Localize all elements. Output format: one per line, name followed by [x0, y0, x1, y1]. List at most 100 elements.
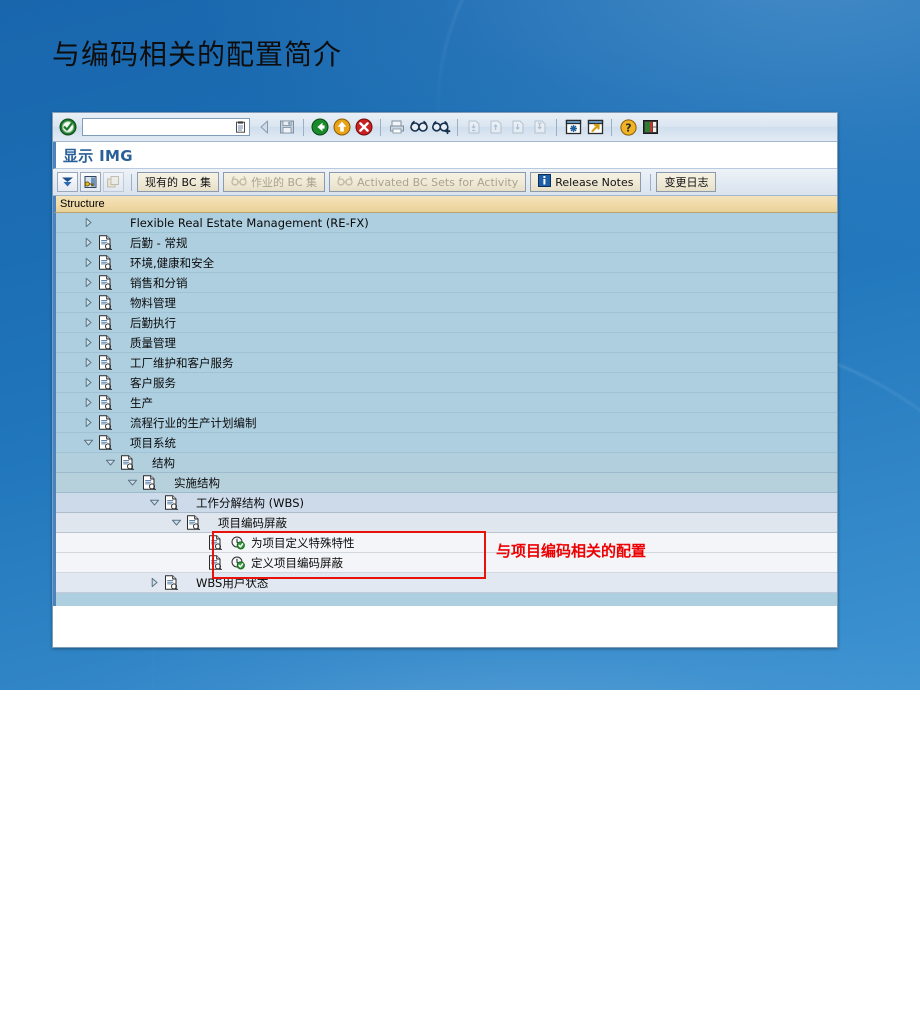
toolbar-separator	[380, 118, 381, 136]
save-disk-icon[interactable]	[277, 117, 297, 137]
chevron-right-icon[interactable]	[82, 396, 95, 409]
print-icon[interactable]	[387, 117, 407, 137]
enter-check-icon[interactable]	[58, 117, 78, 137]
tree-row[interactable]: 客户服务	[56, 373, 837, 393]
tree-row-label: 实施结构	[174, 475, 220, 490]
chevron-down-icon[interactable]	[170, 516, 183, 529]
tree-row[interactable]: Flexible Real Estate Management (RE-FX)	[56, 213, 837, 233]
help-icon[interactable]: ?	[618, 117, 638, 137]
structure-column-header: Structure	[53, 196, 837, 213]
tree-row-label: Flexible Real Estate Management (RE-FX)	[130, 215, 369, 230]
tree-row[interactable]: 后勤 - 常规	[56, 233, 837, 253]
cancel-red-icon[interactable]	[354, 117, 374, 137]
tree-row-label: 客户服务	[130, 375, 176, 390]
chevron-down-icon[interactable]	[104, 456, 117, 469]
chevron-right-icon[interactable]	[82, 296, 95, 309]
tree-row[interactable]: 实施结构	[56, 473, 837, 493]
tree-row[interactable]: 生产	[56, 393, 837, 413]
page-title: 与编码相关的配置简介	[52, 38, 343, 71]
chevron-right-icon[interactable]	[82, 356, 95, 369]
tree-row-label: 结构	[152, 455, 175, 470]
tree-row-label: 工作分解结构 (WBS)	[196, 495, 304, 510]
img-document-icon	[98, 315, 113, 331]
chevron-right-icon[interactable]	[82, 216, 95, 229]
change-log-button[interactable]: 变更日志	[656, 172, 717, 192]
tree-row-label: 项目编码屏蔽	[218, 515, 287, 530]
release-notes-button[interactable]: Release Notes	[530, 172, 642, 192]
customize-layout-icon[interactable]	[640, 117, 660, 137]
tree-row[interactable]: 定义项目编码屏蔽	[56, 553, 837, 573]
tree-row-label: 项目系统	[130, 435, 176, 450]
back-green-icon[interactable]	[310, 117, 330, 137]
back-arrow-icon[interactable]	[255, 117, 275, 137]
create-shortcut-icon[interactable]	[585, 117, 605, 137]
chevron-down-icon[interactable]	[82, 436, 95, 449]
chevron-down-icon[interactable]	[148, 496, 161, 509]
activated-bc-sets-label: Activated BC Sets for Activity	[357, 175, 519, 189]
tree-row[interactable]: 质量管理	[56, 333, 837, 353]
chevron-right-icon[interactable]	[82, 376, 95, 389]
toolbar-separator	[611, 118, 612, 136]
screen-title: 显示 IMG	[63, 146, 133, 165]
find-icon[interactable]	[409, 117, 429, 137]
img-document-icon	[98, 435, 113, 451]
tree-row[interactable]: WBS用户状态	[56, 573, 837, 593]
chevron-right-icon[interactable]	[82, 276, 95, 289]
sap-gui-window: ? 显示 IMG 现有的 BC 集 作业的 BC 集 Activated BC …	[52, 112, 838, 648]
tree-row[interactable]: 项目系统	[56, 433, 837, 453]
new-session-icon[interactable]	[563, 117, 583, 137]
tree-row[interactable]: 工厂维护和客户服务	[56, 353, 837, 373]
tree-row[interactable]: 流程行业的生产计划编制	[56, 413, 837, 433]
find-next-icon[interactable]	[431, 117, 451, 137]
presentation-slide: 与编码相关的配置简介 ? 显示 IMG 现有的 BC 集 作业的 BC 集 Ac…	[0, 0, 920, 1017]
img-document-icon	[98, 375, 113, 391]
chevron-down-icon[interactable]	[126, 476, 139, 489]
img-document-icon	[208, 535, 223, 551]
tree-row-label: 后勤 - 常规	[130, 235, 188, 250]
tree-row[interactable]: 工作分解结构 (WBS)	[56, 493, 837, 513]
display-key-icon[interactable]	[80, 172, 101, 192]
tree-row[interactable]: 物料管理	[56, 293, 837, 313]
img-document-icon	[142, 475, 157, 491]
tree-row-label: 为项目定义特殊特性	[251, 535, 355, 550]
tree-icon-spacer	[98, 215, 112, 230]
command-input[interactable]	[83, 119, 249, 135]
existing-bc-sets-button[interactable]: 现有的 BC 集	[137, 172, 220, 192]
tree-row[interactable]: 结构	[56, 453, 837, 473]
img-document-icon	[208, 555, 223, 571]
collapse-all-icon[interactable]	[57, 172, 78, 192]
img-document-icon	[98, 335, 113, 351]
active-bc-sets-button: 作业的 BC 集	[223, 172, 326, 192]
tree-row-label: 环境,健康和安全	[130, 255, 215, 270]
img-document-icon	[98, 355, 113, 371]
img-document-icon	[98, 395, 113, 411]
img-document-icon	[98, 275, 113, 291]
chevron-right-icon[interactable]	[82, 256, 95, 269]
command-field-wrapper[interactable]	[82, 118, 250, 136]
tree-row-label: WBS用户状态	[196, 575, 269, 590]
tree-row[interactable]: 后勤执行	[56, 313, 837, 333]
svg-text:?: ?	[625, 121, 631, 134]
chevron-right-icon[interactable]	[82, 236, 95, 249]
exit-yellow-icon[interactable]	[332, 117, 352, 137]
sap-system-toolbar: ?	[53, 113, 837, 142]
chevron-right-icon[interactable]	[82, 416, 95, 429]
tree-row-label: 销售和分销	[130, 275, 188, 290]
first-page-icon	[464, 117, 484, 137]
img-document-icon	[98, 255, 113, 271]
tree-row[interactable]: 项目编码屏蔽	[56, 513, 837, 533]
chevron-right-icon[interactable]	[82, 316, 95, 329]
last-page-icon	[530, 117, 550, 137]
existing-bc-sets-label: 现有的 BC 集	[145, 176, 212, 189]
chevron-right-icon[interactable]	[148, 576, 161, 589]
tree-row[interactable]: 环境,健康和安全	[56, 253, 837, 273]
img-activity-icon[interactable]	[231, 556, 245, 570]
tree-row[interactable]: 为项目定义特殊特性	[56, 533, 837, 553]
img-activity-icon[interactable]	[231, 536, 245, 550]
tree-row[interactable]: 销售和分销	[56, 273, 837, 293]
img-structure-tree[interactable]: Flexible Real Estate Management (RE-FX) 后…	[53, 213, 837, 606]
chevron-right-icon[interactable]	[82, 336, 95, 349]
command-history-icon[interactable]	[234, 121, 247, 134]
img-document-icon	[164, 495, 179, 511]
